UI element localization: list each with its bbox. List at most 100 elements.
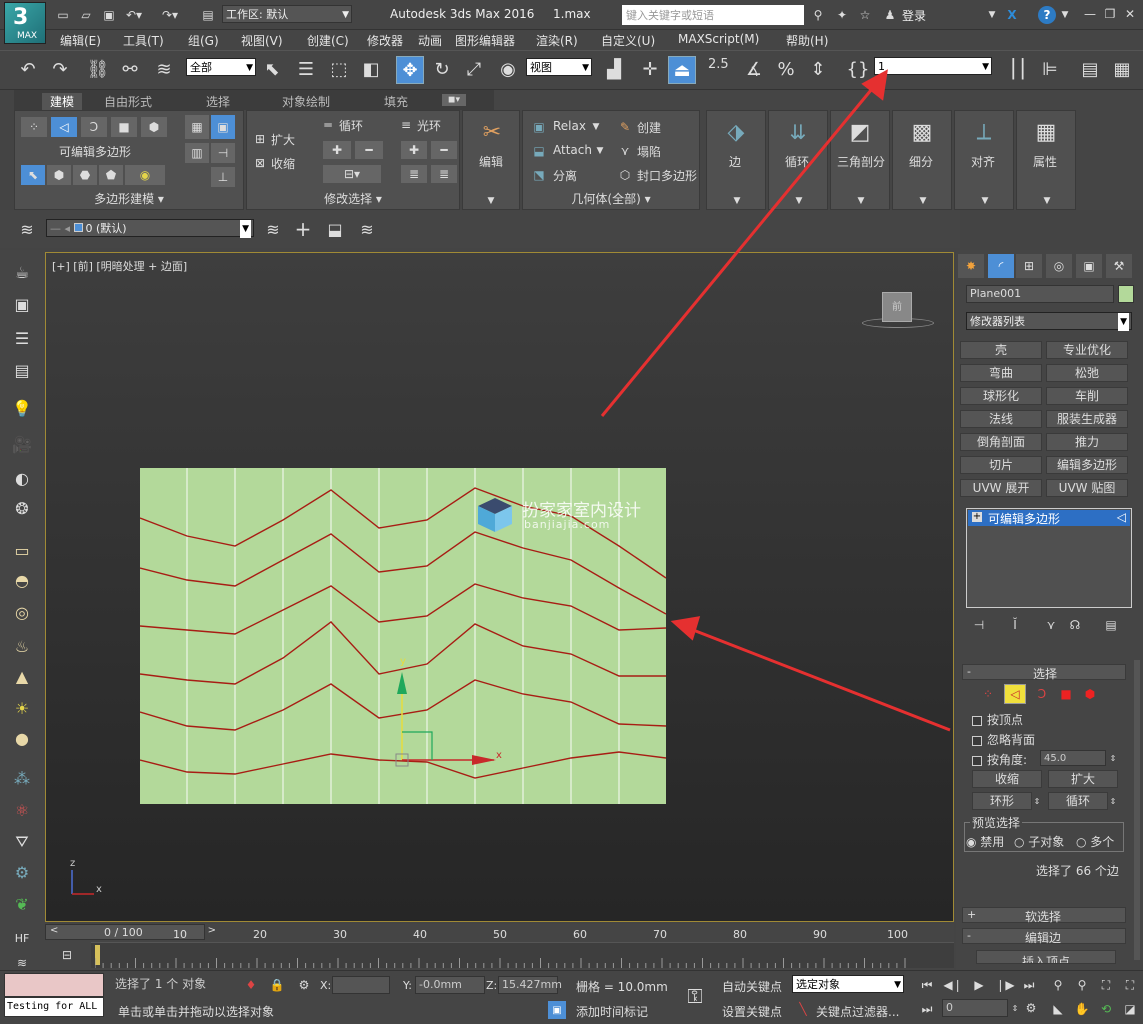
radio-icon[interactable]: ○ [1076,835,1090,849]
zoom-extents-icon[interactable]: ⛶ [1096,975,1116,995]
create-tab-icon[interactable]: ✸ [958,254,984,278]
transform-mode-icon[interactable]: ⚙ [296,977,312,993]
ignore-backfacing-option[interactable]: 忽略背面 [972,731,1035,748]
border-subobj-icon[interactable]: Ɔ [1032,684,1052,704]
orbit-icon[interactable]: ⟲ [1096,999,1116,1019]
x-coord[interactable] [332,976,390,994]
preview-multi-option[interactable]: ○ 多个 [1076,833,1114,850]
grow-button[interactable]: 扩大 [1048,770,1118,788]
angle-spinner[interactable]: 45.0 [1040,750,1106,766]
mod-bevel-profile[interactable]: 倒角剖面 [960,433,1042,451]
polygon-subobj-icon[interactable]: ■ [1056,684,1076,704]
command-panel-scrollbar[interactable] [1134,660,1140,960]
mod-pro-optimizer[interactable]: 专业优化 [1046,341,1128,359]
by-vertex-checkbox[interactable] [972,715,982,726]
z-coord[interactable]: 15.427mm [498,976,562,994]
display-tab-icon[interactable]: ▣ [1076,254,1102,278]
edge-subobj-button-icon[interactable]: ◁ [1004,684,1026,704]
stack-item-label: 可编辑多边形 [988,512,1061,526]
hierarchy-tab-icon[interactable]: ⊞ [1016,254,1042,278]
frame-spinner-icon[interactable]: ⇕ [1010,999,1020,1017]
angle-spinner-arrows-icon[interactable]: ⇕ [1108,750,1118,766]
insert-vertex-button[interactable]: 插入顶点 [976,950,1116,964]
isolate-icon[interactable]: ♦ [244,977,258,993]
ring-button[interactable]: 环形 [972,792,1032,810]
element-subobj-icon[interactable]: ⬢ [1080,684,1100,704]
pin-stack-icon[interactable]: ⊣ [970,616,988,634]
radio-selected-icon[interactable]: ◉ [966,835,980,849]
by-angle-option[interactable]: 按角度: [972,751,1027,768]
y-coord[interactable]: -0.0mm [415,976,485,994]
preview-off-option[interactable]: ◉ 禁用 [966,833,1004,850]
zoom-extents-all-icon[interactable]: ⛶ [1120,975,1140,995]
preview-subobj-option[interactable]: ○ 子对象 [1014,833,1064,850]
shrink-button[interactable]: 收缩 [972,770,1042,788]
zoom-all-icon[interactable]: ⚲ [1072,975,1092,995]
ignore-backfacing-checkbox[interactable] [972,735,982,746]
curve-editor-icon[interactable]: ⊟ [57,946,77,964]
key-mode-toggle-icon[interactable]: ⏭ [918,1001,936,1017]
goto-end-icon[interactable]: ⏭ [1020,977,1038,993]
mod-garment-maker[interactable]: 服装生成器 [1046,410,1128,428]
loop-button[interactable]: 循环 [1048,792,1108,810]
maxscript-listener-input[interactable]: Testing for ALL [4,997,104,1017]
mod-lathe[interactable]: 车削 [1046,387,1128,405]
time-slider-left-icon[interactable]: < [50,925,58,936]
maximize-viewport-icon[interactable]: ◪ [1120,999,1140,1019]
lock-icon[interactable]: 🔒 [270,977,285,993]
object-color-swatch[interactable] [1118,285,1134,303]
play-icon[interactable]: ▶ [970,977,988,993]
mod-relax[interactable]: 松弛 [1046,364,1128,382]
mod-spherify[interactable]: 球形化 [960,387,1042,405]
time-tag-icon[interactable]: ▣ [548,1001,566,1019]
app-logo[interactable]: 3 MAX [4,2,46,44]
motion-tab-icon[interactable]: ◎ [1046,254,1072,278]
time-config-icon[interactable]: ⚙ [1022,999,1040,1017]
prev-frame-icon[interactable]: ◀❘ [943,977,962,993]
modify-tab-icon[interactable]: ◜ [988,254,1014,278]
mod-unwrap-uvw[interactable]: UVW 展开 [960,479,1042,497]
loop-spinner-icon[interactable]: ⇕ [1108,792,1118,810]
mod-slice[interactable]: 切片 [960,456,1042,474]
mod-push[interactable]: 推力 [1046,433,1128,451]
zoom-icon[interactable]: ⚲ [1048,975,1068,995]
by-angle-checkbox[interactable] [972,755,982,766]
rollout-soft-header[interactable]: + 软选择 [962,907,1126,924]
set-key-button[interactable]: 设置关键点 [722,1003,782,1020]
key-mode-dropdown[interactable]: 选定对象 ▼ [792,975,904,993]
by-vertex-option[interactable]: 按顶点 [972,711,1023,728]
key-filters-button[interactable]: 关键点过滤器... [816,1003,899,1020]
stack-item-editable-poly[interactable]: + 可编辑多边形 ◁ [968,510,1130,526]
expand-plus-icon[interactable]: + [972,512,982,522]
ring-spinner-icon[interactable]: ⇕ [1032,792,1042,810]
current-frame-field[interactable]: 0 [942,999,1008,1017]
modifier-list-dropdown[interactable]: 修改器列表 ▼ [966,312,1132,331]
utilities-tab-icon[interactable]: ⚒ [1106,254,1132,278]
mod-uvw-map[interactable]: UVW 贴图 [1046,479,1128,497]
remove-modifier-icon[interactable]: ☊ [1066,616,1084,634]
time-slider-right-icon[interactable]: > [208,925,216,936]
x-label: X: [320,979,332,992]
add-time-tag[interactable]: 添加时间标记 [576,1003,648,1020]
make-unique-icon[interactable]: ⋎ [1042,616,1060,634]
frame-counter: 0 / 100 [104,926,143,939]
rollout-edit-edges-header[interactable]: - 编辑边 [962,928,1126,945]
pan-icon[interactable]: ✋ [1072,999,1092,1019]
maxscript-listener-top[interactable] [4,973,104,997]
vertex-subobj-icon[interactable]: ⁘ [978,684,998,704]
auto-key-button[interactable]: 自动关键点 [722,978,782,995]
mod-shell[interactable]: 壳 [960,341,1042,359]
rollout-select-header[interactable]: - 选择 [962,664,1126,681]
goto-start-icon[interactable]: ⏮ [918,977,936,993]
show-end-result-icon[interactable]: Ĭ [1006,616,1024,634]
radio-icon[interactable]: ○ [1014,835,1028,849]
mod-bend[interactable]: 弯曲 [960,364,1042,382]
configure-sets-icon[interactable]: ▤ [1102,616,1120,634]
by-angle-label: 按角度: [987,753,1028,767]
next-frame-icon[interactable]: ❘▶ [995,977,1014,993]
object-name-field[interactable]: Plane001 [966,285,1114,303]
mod-normal[interactable]: 法线 [960,410,1042,428]
mod-edit-poly[interactable]: 编辑多边形 [1046,456,1128,474]
fov-icon[interactable]: ◣ [1048,999,1068,1019]
key-icon[interactable]: ⚿ [680,981,710,1011]
